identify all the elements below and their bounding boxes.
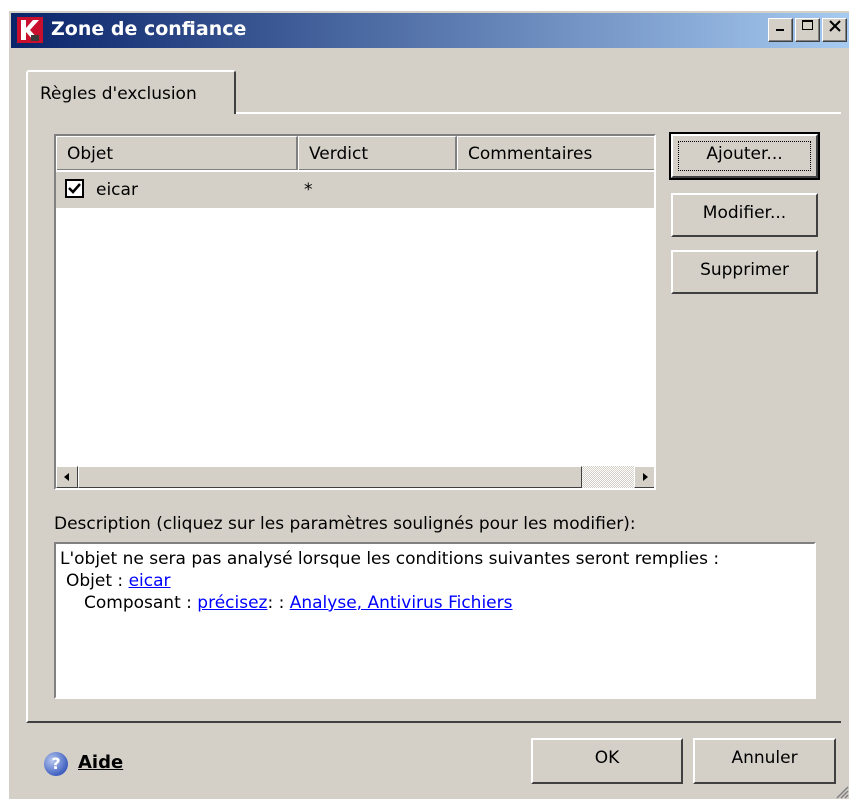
- list-header: Objet Verdict Commentaires: [56, 136, 654, 170]
- column-label: Verdict: [309, 144, 368, 164]
- column-label: Commentaires: [468, 144, 593, 164]
- scroll-right-button[interactable]: [634, 466, 654, 488]
- column-header-comments[interactable]: Commentaires: [457, 136, 654, 170]
- cancel-button[interactable]: Annuler: [693, 738, 836, 784]
- row-object: eicar: [96, 180, 138, 200]
- delete-button-label: Supprimer: [700, 260, 789, 280]
- focus-rectangle: [678, 141, 811, 171]
- row-verdict: *: [304, 180, 313, 200]
- description-line: L'objet ne sera pas analysé lorsque les …: [60, 549, 720, 569]
- arrow-left-icon: [64, 473, 69, 481]
- ok-button-label: OK: [594, 748, 620, 768]
- window-title: Zone de confiance: [51, 18, 247, 40]
- modify-button[interactable]: Modifier...: [671, 193, 818, 237]
- delete-button[interactable]: Supprimer: [671, 250, 818, 294]
- close-button[interactable]: [822, 18, 847, 42]
- column-header-verdict[interactable]: Verdict: [298, 136, 457, 170]
- component-values-link[interactable]: Analyse, Antivirus Fichiers: [290, 593, 513, 613]
- add-button[interactable]: Ajouter...: [669, 132, 820, 180]
- help-link[interactable]: Aide: [78, 752, 123, 773]
- object-prefix: Objet :: [66, 571, 124, 591]
- resize-grip-icon[interactable]: [835, 785, 849, 799]
- description-box: L'objet ne sera pas analysé lorsque les …: [54, 542, 816, 699]
- table-row[interactable]: eicar *: [56, 172, 654, 208]
- scroll-left-button[interactable]: [56, 466, 78, 488]
- component-separator: : :: [267, 593, 285, 613]
- column-label: Objet: [67, 144, 114, 164]
- minimize-button[interactable]: [768, 18, 793, 42]
- minimize-icon: [775, 29, 784, 31]
- maximize-button[interactable]: [795, 18, 820, 42]
- scroll-thumb[interactable]: [78, 466, 582, 488]
- checkmark-icon: [68, 183, 81, 194]
- ok-button[interactable]: OK: [531, 738, 683, 784]
- horizontal-scrollbar[interactable]: [56, 466, 654, 488]
- exclusion-list[interactable]: Objet Verdict Commentaires eicar *: [54, 134, 656, 490]
- maximize-icon: [801, 20, 813, 30]
- close-icon: [828, 20, 841, 32]
- component-prefix: Composant :: [84, 593, 192, 613]
- tab-label: Règles d'exclusion: [40, 84, 197, 104]
- object-link[interactable]: eicar: [129, 571, 171, 591]
- description-component-line: Composant : précisez: : Analyse, Antivir…: [60, 592, 810, 614]
- help-icon[interactable]: ?: [44, 752, 68, 776]
- modify-button-label: Modifier...: [702, 203, 787, 223]
- description-label: Description (cliquez sur les paramètres …: [54, 514, 636, 534]
- title-bar[interactable]: Zone de confiance: [11, 13, 849, 48]
- scroll-track[interactable]: [582, 466, 634, 488]
- description-object-line: Objet : eicar: [60, 570, 810, 592]
- cancel-button-label: Annuler: [731, 748, 798, 768]
- component-specify-link[interactable]: précisez: [197, 593, 267, 613]
- arrow-right-icon: [643, 473, 648, 481]
- tab-exclusion-rules[interactable]: Règles d'exclusion: [26, 70, 236, 114]
- kaspersky-logo-icon: [17, 17, 43, 43]
- column-header-object[interactable]: Objet: [56, 136, 298, 170]
- row-checkbox[interactable]: [65, 179, 84, 198]
